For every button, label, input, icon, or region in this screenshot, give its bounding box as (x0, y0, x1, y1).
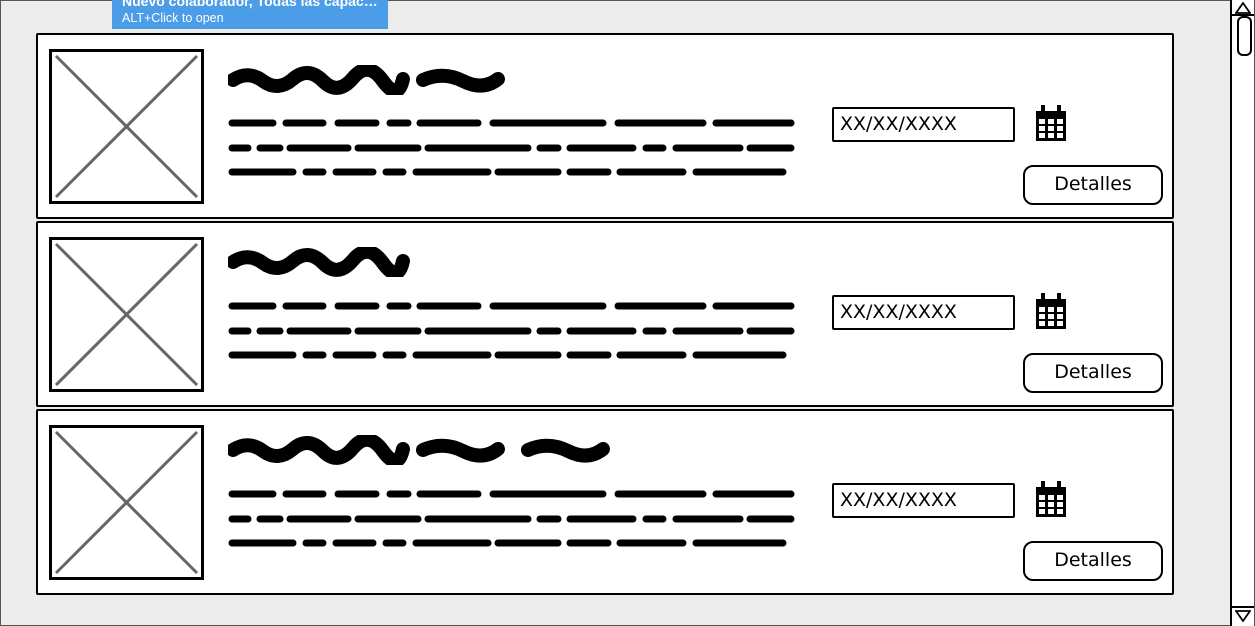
details-button[interactable]: Detalles (1023, 541, 1163, 581)
calendar-icon[interactable] (1034, 293, 1068, 331)
item-title-scribble (228, 247, 410, 277)
details-button[interactable]: Detalles (1023, 353, 1163, 393)
item-description-scribble (228, 302, 795, 359)
vertical-scrollbar[interactable] (1230, 0, 1254, 626)
item-title-scribble (228, 65, 505, 95)
scroll-up-arrow-icon[interactable] (1235, 2, 1251, 14)
link-tooltip[interactable]: Nuevo colaborador, Todas las capacit... … (112, 0, 388, 29)
list-item: XX/XX/XXXX Detalles (36, 409, 1174, 595)
item-title-scribble (228, 435, 610, 465)
date-field[interactable]: XX/XX/XXXX (832, 295, 1015, 330)
scrollbar-divider (1232, 606, 1254, 608)
image-placeholder-icon (49, 237, 204, 392)
scrollbar-thumb[interactable] (1237, 16, 1252, 56)
image-placeholder-icon (49, 425, 204, 580)
scroll-down-arrow-icon[interactable] (1235, 610, 1251, 622)
details-button[interactable]: Detalles (1023, 165, 1163, 205)
image-placeholder-icon (49, 49, 204, 204)
calendar-icon[interactable] (1034, 105, 1068, 143)
tooltip-hint: ALT+Click to open (122, 11, 224, 25)
scrollbar-divider (1232, 14, 1254, 16)
date-field[interactable]: XX/XX/XXXX (832, 107, 1015, 142)
item-description-scribble (228, 490, 795, 547)
tooltip-title: Nuevo colaborador, Todas las capacit... (122, 0, 378, 9)
calendar-icon[interactable] (1034, 481, 1068, 519)
list-item: XX/XX/XXXX Detalles (36, 33, 1174, 219)
date-field[interactable]: XX/XX/XXXX (832, 483, 1015, 518)
list-item: XX/XX/XXXX Detalles (36, 221, 1174, 407)
item-description-scribble (228, 119, 795, 176)
